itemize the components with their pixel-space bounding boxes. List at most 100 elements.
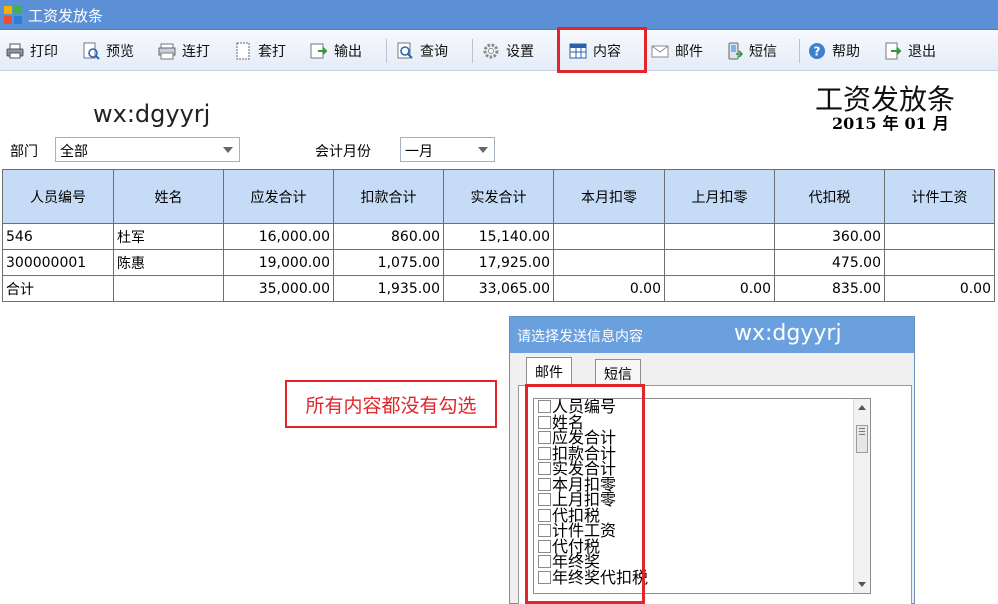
table-cell[interactable]	[113, 275, 224, 302]
table-cell[interactable]: 16,000.00	[223, 223, 334, 250]
report-year-unit: 年	[882, 114, 899, 133]
settings-label: 设置	[506, 44, 534, 60]
scroll-thumb[interactable]	[856, 425, 868, 453]
table-row[interactable]: 300000001 陈惠 19,000.00 1,075.00 17,925.0…	[2, 249, 995, 276]
field-checklist[interactable]: 人员编号 姓名 应发合计 扣款合计 实发合计 本月扣零 上月扣零 代扣税 计件工…	[533, 398, 871, 594]
table-cell[interactable]	[664, 223, 775, 250]
sms-button[interactable]: 短信	[725, 39, 777, 63]
checkbox[interactable]	[538, 539, 551, 553]
list-item-label: 年终奖	[552, 552, 601, 572]
tab-mail[interactable]: 邮件	[526, 357, 572, 385]
table-row[interactable]: 546 杜军 16,000.00 860.00 15,140.00 360.00	[2, 223, 995, 250]
table-cell[interactable]: 0.00	[664, 275, 775, 302]
list-item[interactable]: 人员编号	[534, 399, 870, 415]
checkbox[interactable]	[538, 493, 551, 507]
table-cell[interactable]: 17,925.00	[443, 249, 554, 276]
query-button[interactable]: 查询	[396, 39, 448, 63]
accounting-month-select[interactable]: 一月	[400, 137, 495, 162]
table-cell[interactable]: 33,065.00	[443, 275, 554, 302]
table-cell[interactable]: 300000001	[2, 249, 114, 276]
title-bar: 工资发放条	[0, 0, 998, 30]
column-header[interactable]: 本月扣零	[553, 169, 665, 224]
table-cell[interactable]: 360.00	[774, 223, 885, 250]
table-cell[interactable]: 陈惠	[113, 249, 224, 276]
gear-icon	[482, 42, 500, 60]
table-cell[interactable]	[553, 223, 665, 250]
table-cell[interactable]: 35,000.00	[223, 275, 334, 302]
tab-sms[interactable]: 短信	[595, 359, 641, 385]
table-cell[interactable]: 合计	[2, 275, 114, 302]
vertical-scrollbar[interactable]	[853, 399, 870, 593]
checkbox[interactable]	[538, 524, 551, 538]
list-item-label: 年终奖代扣税	[552, 567, 649, 587]
checkbox[interactable]	[538, 462, 551, 476]
table-cell[interactable]: 19,000.00	[223, 249, 334, 276]
send-content-dialog: 请选择发送信息内容 wx:dgyyrj 邮件 短信 人员编号 姓名 应发合计 扣…	[509, 316, 915, 604]
checkbox[interactable]	[538, 477, 551, 491]
list-item-label: 计件工资	[552, 521, 617, 541]
preview-icon	[82, 42, 100, 60]
column-header[interactable]: 实发合计	[443, 169, 554, 224]
table-cell[interactable]: 860.00	[333, 223, 444, 250]
column-header[interactable]: 人员编号	[2, 169, 114, 224]
column-header[interactable]: 姓名	[113, 169, 224, 224]
table-cell[interactable]: 0.00	[884, 275, 995, 302]
help-button[interactable]: ? 帮助	[808, 39, 860, 63]
dialog-title: 请选择发送信息内容	[517, 329, 643, 345]
report-month: 01	[904, 114, 927, 133]
column-header[interactable]: 计件工资	[884, 169, 995, 224]
checkbox[interactable]	[538, 415, 551, 429]
table-cell[interactable]: 835.00	[774, 275, 885, 302]
window-title: 工资发放条	[28, 7, 104, 25]
print-button[interactable]: 打印	[6, 39, 58, 63]
table-cell[interactable]	[664, 249, 775, 276]
chevron-down-icon	[223, 147, 233, 153]
checkbox[interactable]	[538, 400, 551, 414]
print-label: 打印	[30, 44, 58, 60]
table-cell[interactable]: 杜军	[113, 223, 224, 250]
scroll-down-arrow-icon[interactable]	[858, 582, 866, 587]
list-item-label: 应发合计	[552, 428, 617, 448]
table-cell[interactable]: 1,075.00	[333, 249, 444, 276]
table-total-row[interactable]: 合计 35,000.00 1,935.00 33,065.00 0.00 0.0…	[2, 275, 995, 302]
template-print-button[interactable]: 套打	[234, 39, 286, 63]
toolbar-separator	[386, 39, 387, 63]
list-item[interactable]: 年终奖代扣税	[534, 567, 870, 587]
exit-button[interactable]: 退出	[884, 39, 936, 63]
table-header-row: 人员编号 姓名 应发合计 扣款合计 实发合计 本月扣零 上月扣零 代扣税 计件工…	[2, 169, 995, 224]
template-print-icon	[234, 42, 252, 60]
report-period: 2015 年 01 月	[832, 110, 955, 134]
table-cell[interactable]: 1,935.00	[333, 275, 444, 302]
column-header[interactable]: 代扣税	[774, 169, 885, 224]
column-header[interactable]: 上月扣零	[664, 169, 775, 224]
sms-icon	[725, 42, 744, 60]
scroll-up-arrow-icon[interactable]	[858, 405, 866, 410]
template-print-label: 套打	[258, 44, 286, 60]
table-cell[interactable]: 0.00	[553, 275, 665, 302]
continuous-print-button[interactable]: 连打	[158, 39, 210, 63]
settings-button[interactable]: 设置	[482, 39, 534, 63]
mail-button[interactable]: 邮件	[651, 39, 703, 63]
column-header[interactable]: 应发合计	[223, 169, 334, 224]
exit-icon	[884, 42, 902, 60]
checkbox[interactable]	[538, 570, 551, 584]
table-cell[interactable]: 15,140.00	[443, 223, 554, 250]
table-cell[interactable]: 475.00	[774, 249, 885, 276]
preview-button[interactable]: 预览	[82, 39, 134, 63]
export-button[interactable]: 输出	[310, 39, 362, 63]
table-cell[interactable]	[884, 249, 995, 276]
table-cell[interactable]: 546	[2, 223, 114, 250]
table-cell[interactable]	[553, 249, 665, 276]
toolbar-separator	[472, 39, 473, 63]
column-header[interactable]: 扣款合计	[333, 169, 444, 224]
mail-label: 邮件	[675, 44, 703, 60]
checkbox[interactable]	[538, 508, 551, 522]
table-cell[interactable]	[884, 223, 995, 250]
annotation-callout: 所有内容都没有勾选	[285, 380, 497, 428]
checkbox[interactable]	[538, 431, 551, 445]
checkbox[interactable]	[538, 555, 551, 569]
toolbar-separator	[799, 39, 800, 63]
department-select[interactable]: 全部	[55, 137, 240, 162]
checkbox[interactable]	[538, 446, 551, 460]
list-item-label: 实发合计	[552, 459, 617, 479]
